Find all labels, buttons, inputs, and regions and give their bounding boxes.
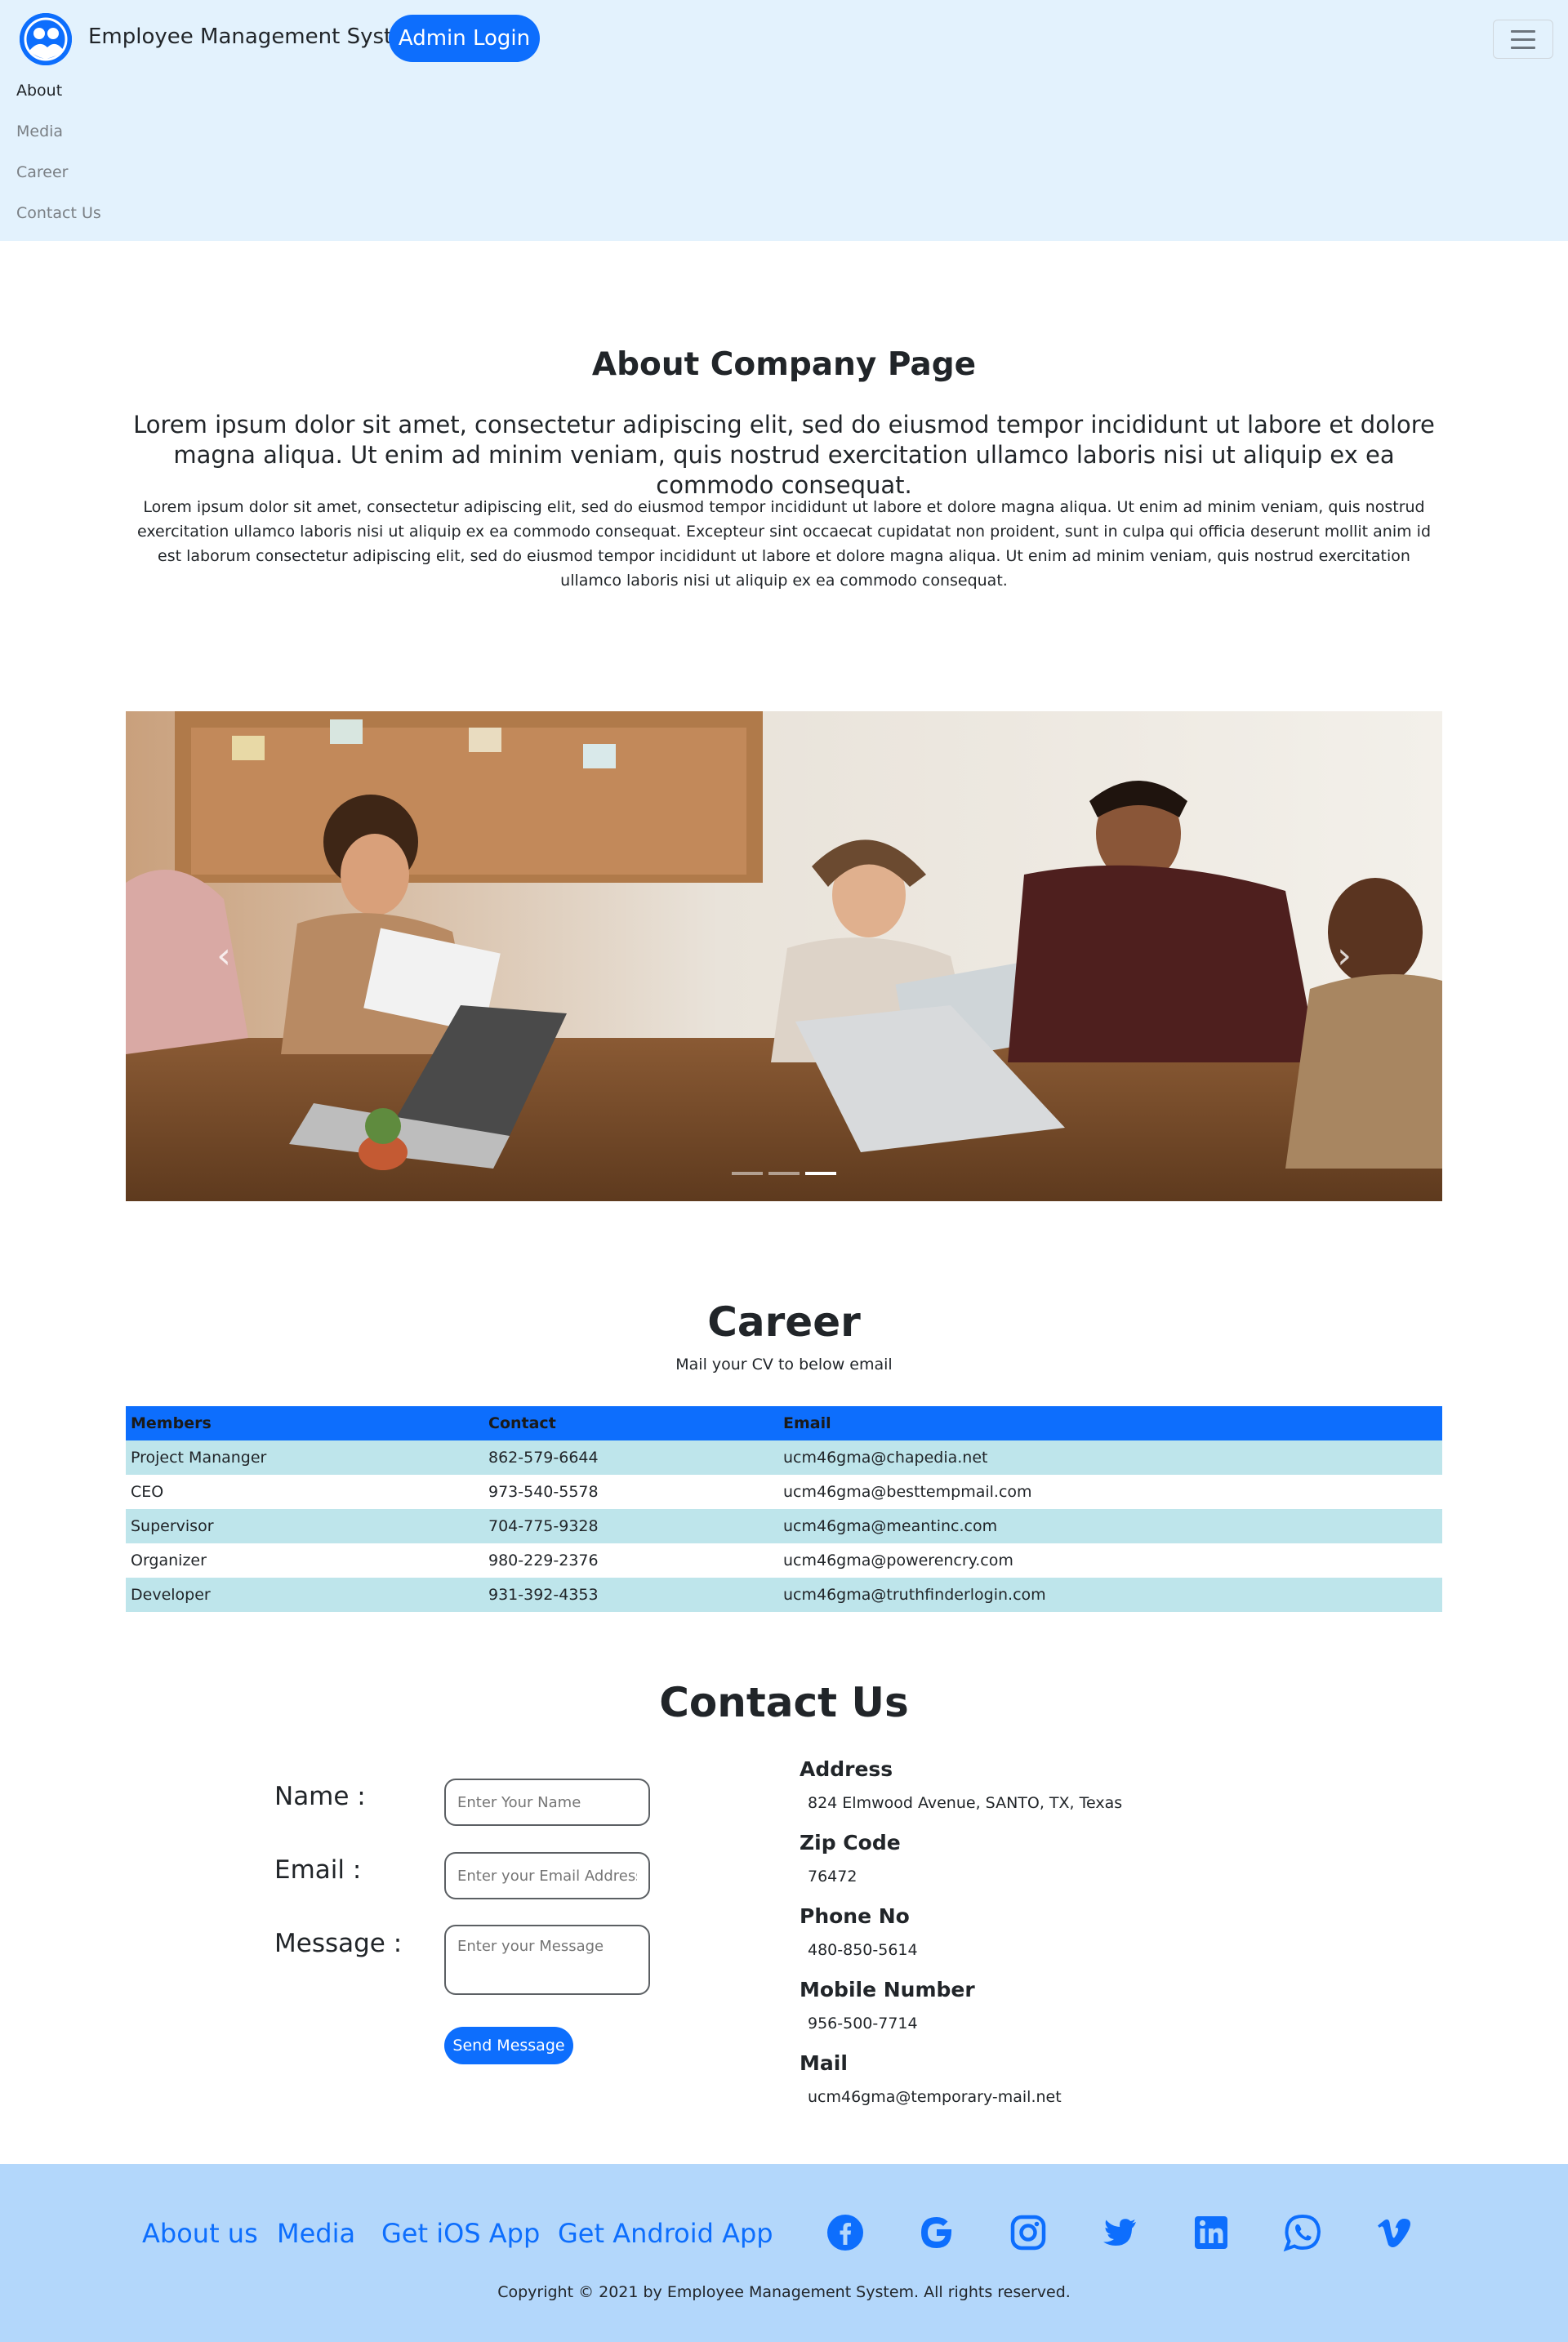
email-cell: ucm46gma@truthfinderlogin.com — [778, 1578, 1442, 1612]
nav-link-career[interactable]: Career — [16, 160, 101, 201]
contact-cell: 862-579-6644 — [483, 1440, 778, 1475]
column-header-members: Members — [126, 1406, 483, 1440]
name-label: Name : — [274, 1782, 366, 1811]
users-logo-icon[interactable] — [20, 13, 72, 65]
carousel-indicator[interactable] — [732, 1172, 763, 1175]
member-cell: Supervisor — [126, 1509, 483, 1543]
hamburger-icon — [1511, 47, 1535, 49]
table-header-row: Members Contact Email — [126, 1406, 1442, 1440]
mobile-value: 956-500-7714 — [808, 2015, 918, 2033]
career-table: Members Contact Email Project Mananger 8… — [126, 1406, 1442, 1612]
member-cell: Developer — [126, 1578, 483, 1612]
table-row: Organizer 980-229-2376 ucm46gma@powerenc… — [126, 1543, 1442, 1578]
footer-link-about-us[interactable]: About us — [142, 2218, 258, 2249]
email-input[interactable] — [444, 1852, 650, 1899]
name-input[interactable] — [444, 1779, 650, 1826]
chevron-left-icon[interactable]: ‹ — [207, 932, 240, 981]
instagram-icon[interactable] — [1009, 2213, 1048, 2252]
email-label: Email : — [274, 1855, 362, 1885]
member-cell: Project Mananger — [126, 1440, 483, 1475]
chevron-right-icon[interactable]: › — [1328, 932, 1361, 981]
send-message-button[interactable]: Send Message — [444, 2027, 573, 2064]
footer-link-android-app[interactable]: Get Android App — [558, 2218, 773, 2249]
nav-links: About Media Career Contact Us — [16, 78, 101, 242]
mail-heading: Mail — [800, 2051, 848, 2075]
career-subtitle: Mail your CV to below email — [675, 1356, 893, 1374]
column-header-email: Email — [778, 1406, 1442, 1440]
contact-cell: 973-540-5578 — [483, 1475, 778, 1509]
message-label: Message : — [274, 1929, 403, 1958]
table-row: Supervisor 704-775-9328 ucm46gma@meantin… — [126, 1509, 1442, 1543]
member-cell: Organizer — [126, 1543, 483, 1578]
message-textarea[interactable] — [444, 1925, 650, 1995]
vimeo-icon[interactable] — [1374, 2213, 1414, 2252]
hamburger-icon — [1511, 30, 1535, 33]
table-row: Project Mananger 862-579-6644 ucm46gma@c… — [126, 1440, 1442, 1475]
navbar-toggler-button[interactable] — [1493, 20, 1553, 59]
team-meeting-photo — [126, 711, 1442, 1201]
navbar: Employee Management System Admin Login A… — [0, 0, 1568, 241]
column-header-contact: Contact — [483, 1406, 778, 1440]
footer-link-media[interactable]: Media — [277, 2218, 355, 2249]
footer-link-ios-app[interactable]: Get iOS App — [381, 2218, 540, 2249]
nav-link-contact[interactable]: Contact Us — [16, 201, 101, 242]
facebook-icon[interactable] — [826, 2213, 865, 2252]
twitter-icon[interactable] — [1100, 2213, 1139, 2252]
career-title: Career — [707, 1298, 861, 1346]
address-value: 824 Elmwood Avenue, SANTO, TX, Texas — [808, 1794, 1123, 1812]
nav-link-about[interactable]: About — [16, 78, 101, 119]
about-body: Lorem ipsum dolor sit amet, consectetur … — [136, 498, 1432, 590]
zip-code-value: 76472 — [808, 1868, 858, 1886]
email-cell: ucm46gma@chapedia.net — [778, 1440, 1442, 1475]
carousel-indicator-active[interactable] — [805, 1172, 836, 1175]
image-carousel: ‹ › — [126, 711, 1442, 1201]
linkedin-icon[interactable] — [1192, 2213, 1231, 2252]
table-row: CEO 973-540-5578 ucm46gma@besttempmail.c… — [126, 1475, 1442, 1509]
contact-cell: 931-392-4353 — [483, 1578, 778, 1612]
zip-code-heading: Zip Code — [800, 1831, 901, 1854]
mail-value: ucm46gma@temporary-mail.net — [808, 2088, 1062, 2106]
contact-cell: 980-229-2376 — [483, 1543, 778, 1578]
mobile-heading: Mobile Number — [800, 1978, 975, 2001]
contact-cell: 704-775-9328 — [483, 1509, 778, 1543]
google-icon[interactable] — [917, 2213, 956, 2252]
copyright-text: Copyright © 2021 by Employee Management … — [497, 2283, 1071, 2301]
about-lead: Lorem ipsum dolor sit amet, consectetur … — [133, 411, 1435, 499]
contact-title: Contact Us — [659, 1679, 909, 1726]
email-cell: ucm46gma@besttempmail.com — [778, 1475, 1442, 1509]
footer: About us Media Get iOS App Get Android A… — [0, 2164, 1568, 2342]
table-row: Developer 931-392-4353 ucm46gma@truthfin… — [126, 1578, 1442, 1612]
brand-name[interactable]: Employee Management System — [88, 24, 426, 49]
email-cell: ucm46gma@meantinc.com — [778, 1509, 1442, 1543]
about-title: About Company Page — [591, 346, 977, 383]
phone-value: 480-850-5614 — [808, 1941, 918, 1959]
admin-login-button[interactable]: Admin Login — [389, 15, 540, 62]
hamburger-icon — [1511, 38, 1535, 41]
address-heading: Address — [800, 1757, 893, 1781]
member-cell: CEO — [126, 1475, 483, 1509]
whatsapp-icon[interactable] — [1283, 2213, 1322, 2252]
phone-heading: Phone No — [800, 1904, 910, 1928]
carousel-indicator[interactable] — [768, 1172, 800, 1175]
email-cell: ucm46gma@powerencry.com — [778, 1543, 1442, 1578]
nav-link-media[interactable]: Media — [16, 119, 101, 160]
